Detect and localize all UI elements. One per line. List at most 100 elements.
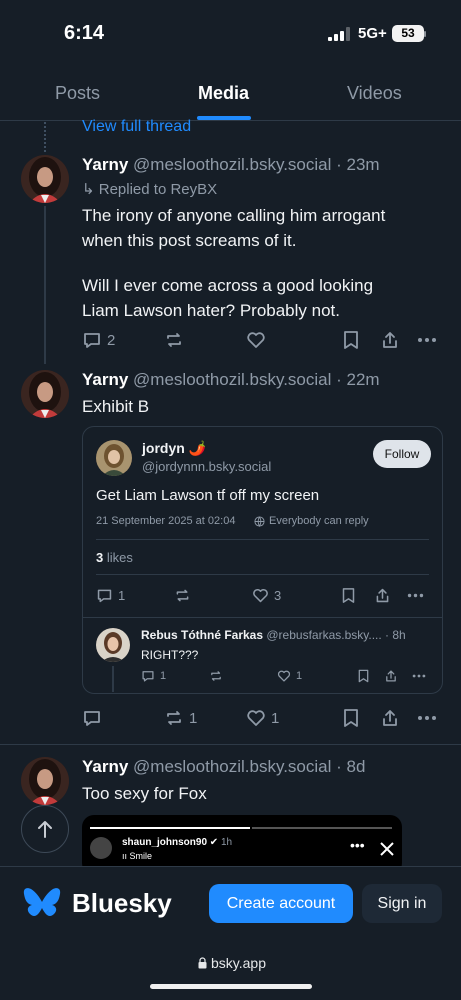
battery-icon: 53 xyxy=(392,25,424,42)
battery-tip xyxy=(424,31,426,37)
quote-divider xyxy=(83,617,442,618)
avatar-image-icon xyxy=(96,440,132,476)
author-name: Yarny xyxy=(82,155,129,174)
likes-label: likes xyxy=(103,550,133,565)
repost-count: 1 xyxy=(189,709,198,727)
follow-button[interactable]: Follow xyxy=(373,440,431,468)
reply-like-button[interactable]: 1 xyxy=(277,669,302,683)
avatar[interactable] xyxy=(21,155,69,203)
reply-icon xyxy=(84,333,100,348)
ellipsis-icon xyxy=(407,593,424,598)
embed-time: 1h xyxy=(220,837,233,848)
reply-avatar[interactable] xyxy=(96,628,130,662)
heart-icon xyxy=(253,589,268,603)
quote-likes-count[interactable]: 3 likes xyxy=(96,550,133,565)
network-label: 5G+ xyxy=(358,25,387,42)
replied-to-label[interactable]: ↳ Replied to ReyBX xyxy=(82,180,217,198)
avatar-image-icon xyxy=(21,370,69,418)
reply-count: 1 xyxy=(160,670,167,682)
repost-button[interactable]: 1 xyxy=(164,708,197,728)
embed-avatar xyxy=(90,837,112,859)
avatar[interactable] xyxy=(21,370,69,418)
url-text[interactable]: bsky.app xyxy=(211,955,266,971)
quote-reply-button[interactable]: 1 xyxy=(96,587,125,604)
music-icon: ıı xyxy=(122,851,130,861)
like-count: 1 xyxy=(296,670,303,682)
reply-count: 1 xyxy=(118,588,126,603)
author-handle: @mesloothozil.bsky.social · 22m xyxy=(133,370,380,389)
reply-audience[interactable]: Everybody can reply xyxy=(269,515,369,527)
share-button[interactable] xyxy=(380,708,400,728)
reply-count: 2 xyxy=(107,331,116,349)
home-indicator[interactable] xyxy=(150,984,312,989)
quote-author-name[interactable]: jordyn 🌶️ xyxy=(142,440,206,457)
ellipsis-icon xyxy=(418,338,436,342)
share-icon xyxy=(376,588,389,603)
bookmark-button[interactable] xyxy=(342,708,360,728)
share-icon xyxy=(383,332,397,348)
thread-line xyxy=(44,206,46,364)
scroll-to-top-button[interactable] xyxy=(21,805,69,853)
reply-share-button[interactable] xyxy=(384,669,398,683)
reply-icon xyxy=(142,671,154,682)
post-author[interactable]: Yarny @mesloothozil.bsky.social · 23m xyxy=(82,155,380,175)
embed-sub-label: Smile xyxy=(129,851,153,861)
bookmark-icon xyxy=(344,709,358,727)
reply-bookmark-button[interactable] xyxy=(357,669,370,683)
arrow-up-icon xyxy=(38,821,52,838)
post-text-line: when this post screams of it. xyxy=(82,231,297,250)
quote-more-button[interactable] xyxy=(407,587,424,604)
post-text-line: Liam Lawson hater? Probably not. xyxy=(82,301,340,320)
reply-button[interactable] xyxy=(82,708,102,728)
ellipsis-icon xyxy=(412,674,426,678)
embed-subtitle: ıı Smile xyxy=(122,851,152,861)
quote-text: Get Liam Lawson tf off my screen xyxy=(96,487,320,504)
reply-author-handle: @rebusfarkas.bsky.... · 8h xyxy=(266,628,406,642)
avatar[interactable] xyxy=(21,757,69,805)
tab-posts[interactable]: Posts xyxy=(55,83,100,104)
repost-button[interactable] xyxy=(164,330,184,350)
reply-reply-button[interactable]: 1 xyxy=(141,669,166,683)
bookmark-icon xyxy=(342,588,355,603)
reply-button[interactable]: 2 xyxy=(82,330,115,350)
story-progress-track xyxy=(252,827,392,829)
quote-avatar[interactable] xyxy=(96,440,132,476)
post-author[interactable]: Yarny @mesloothozil.bsky.social · 22m xyxy=(82,370,380,390)
bookmark-icon xyxy=(344,331,358,349)
like-button[interactable]: 1 xyxy=(246,708,279,728)
tab-videos[interactable]: Videos xyxy=(347,83,402,104)
lock-icon xyxy=(198,957,207,969)
heart-icon xyxy=(247,332,265,348)
status-time: 6:14 xyxy=(64,22,105,44)
bookmark-icon xyxy=(358,669,369,683)
quote-like-button[interactable]: 3 xyxy=(252,587,281,604)
reply-repost-button[interactable] xyxy=(209,669,223,683)
story-progress-bar xyxy=(90,827,250,829)
repost-icon xyxy=(167,333,181,347)
signal-icon xyxy=(328,27,350,41)
reply-more-button[interactable] xyxy=(412,669,426,683)
repost-icon xyxy=(211,671,221,681)
reply-author[interactable]: Rebus Tóthné Farkas @rebusfarkas.bsky...… xyxy=(141,628,406,642)
more-options-button[interactable] xyxy=(417,708,437,728)
share-button[interactable] xyxy=(380,330,400,350)
tab-media[interactable]: Media xyxy=(198,83,249,104)
share-icon xyxy=(386,670,396,682)
create-account-button[interactable]: Create account xyxy=(209,884,353,923)
heart-icon xyxy=(247,710,265,726)
view-full-thread-link[interactable]: View full thread xyxy=(82,118,191,136)
post-divider xyxy=(0,744,461,745)
repost-icon xyxy=(167,711,181,725)
post-author[interactable]: Yarny @mesloothozil.bsky.social · 8d xyxy=(82,757,365,777)
verified-icon: ✔ xyxy=(209,837,219,848)
share-icon xyxy=(383,710,397,726)
tab-active-indicator xyxy=(197,116,251,120)
quote-share-button[interactable] xyxy=(374,587,391,604)
sign-in-button[interactable]: Sign in xyxy=(362,884,442,923)
bookmark-button[interactable] xyxy=(342,330,360,350)
quote-bookmark-button[interactable] xyxy=(341,587,356,604)
bluesky-brand: Bluesky xyxy=(72,888,172,918)
like-button[interactable] xyxy=(246,330,266,350)
quote-repost-button[interactable] xyxy=(174,587,191,604)
more-options-button[interactable] xyxy=(417,330,437,350)
